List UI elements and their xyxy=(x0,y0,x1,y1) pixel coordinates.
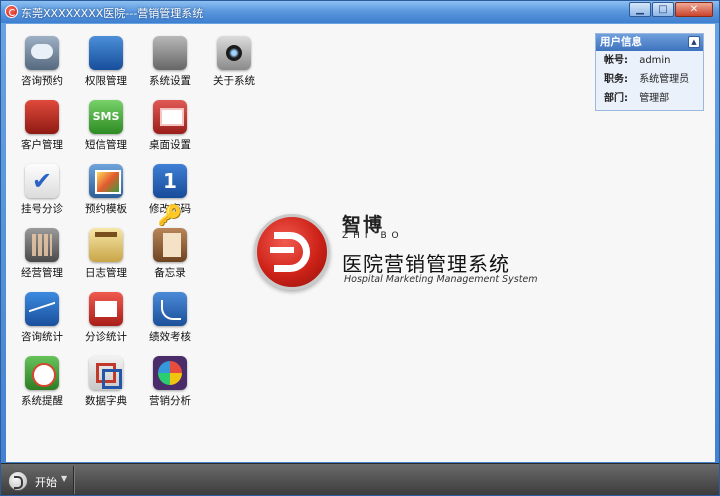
app-booking-template[interactable]: 预约模板 xyxy=(76,152,136,215)
taskbar: 开始 ▼ xyxy=(1,463,719,495)
app-performance-review[interactable]: 绩效考核 xyxy=(140,280,200,343)
chevron-down-icon: ▼ xyxy=(61,474,68,483)
app-system-settings[interactable]: 系统设置 xyxy=(140,24,200,87)
app-log-management[interactable]: 日志管理 xyxy=(76,216,136,279)
start-label: 开始 xyxy=(35,476,57,489)
close-button[interactable]: ✕ xyxy=(675,2,713,17)
app-registration-triage[interactable]: ✔ 挂号分诊 xyxy=(12,152,72,215)
app-sms-management[interactable]: SMS 短信管理 xyxy=(76,88,136,151)
title-bar[interactable]: 东莞XXXXXXXX医院---营销管理系统 ▁ □ ✕ xyxy=(1,1,719,23)
app-label: 绩效考核 xyxy=(149,331,191,343)
app-triage-statistics[interactable]: 分诊统计 xyxy=(76,280,136,343)
calculator-icon xyxy=(25,228,59,262)
user-group-icon xyxy=(89,36,123,70)
system-name-en: Hospital Marketing Management System xyxy=(344,274,538,285)
photo-frame-icon xyxy=(89,164,123,198)
app-logo-icon xyxy=(5,5,18,18)
desktop-area: 咨询预约 客户管理 ✔ 挂号分诊 经营管理 咨询统计 系统提醒 权限管理 SMS… xyxy=(6,24,715,462)
app-label: 咨询统计 xyxy=(21,331,63,343)
user-info-panel: 用户信息 ▲ 帐号: admin 职务: 系统管理员 部门: 管理部 xyxy=(595,33,704,111)
notepad-icon xyxy=(89,228,123,262)
app-about-system[interactable]: 关于系统 xyxy=(204,24,264,87)
user-info-title: 用户信息 xyxy=(600,36,642,48)
app-label: 日志管理 xyxy=(85,267,127,279)
app-label: 权限管理 xyxy=(85,75,127,87)
field-label: 职务: xyxy=(604,74,628,85)
desktop-icon xyxy=(153,100,187,134)
app-label: 经营管理 xyxy=(21,267,63,279)
customer-icon xyxy=(25,100,59,134)
app-marketing-analysis[interactable]: 营销分析 xyxy=(140,344,200,407)
user-position-row: 职务: 系统管理员 xyxy=(596,70,703,89)
app-data-dictionary[interactable]: 数据字典 xyxy=(76,344,136,407)
alarm-clock-icon xyxy=(25,356,59,390)
field-value: 管理部 xyxy=(639,93,670,104)
taskbar-separator xyxy=(73,466,75,494)
app-label: 咨询预约 xyxy=(21,75,63,87)
start-button[interactable]: 开始 ▼ xyxy=(5,467,71,493)
app-memo[interactable]: 备忘录 xyxy=(140,216,200,279)
pie-chart-icon xyxy=(153,356,187,390)
camera-lens-icon xyxy=(217,36,251,70)
field-value: 系统管理员 xyxy=(639,74,690,85)
brand-emblem-icon xyxy=(254,214,330,290)
field-label: 部门: xyxy=(604,93,628,104)
checkmark-icon: ✔ xyxy=(25,164,59,198)
line-chart-icon xyxy=(25,292,59,326)
calendar-icon xyxy=(89,292,123,326)
app-consult-statistics[interactable]: 咨询统计 xyxy=(12,280,72,343)
field-label: 帐号: xyxy=(604,55,628,66)
app-label: 数据字典 xyxy=(85,395,127,407)
app-label: 系统提醒 xyxy=(21,395,63,407)
sms-icon: SMS xyxy=(89,100,123,134)
app-business-management[interactable]: 经营管理 xyxy=(12,216,72,279)
app-label: 预约模板 xyxy=(85,203,127,215)
app-customer-management[interactable]: 客户管理 xyxy=(12,88,72,151)
user-account-row: 帐号: admin xyxy=(596,51,703,70)
app-label: 挂号分诊 xyxy=(21,203,63,215)
app-label: 营销分析 xyxy=(149,395,191,407)
app-consult-booking[interactable]: 咨询预约 xyxy=(12,24,72,87)
minimize-button[interactable]: ▁ xyxy=(629,2,651,17)
user-department-row: 部门: 管理部 xyxy=(596,89,703,108)
app-label: 桌面设置 xyxy=(149,139,191,151)
maximize-button[interactable]: □ xyxy=(652,2,674,17)
start-logo-icon xyxy=(8,471,28,491)
window-controls: ▁ □ ✕ xyxy=(628,2,713,17)
brand-logo: 智博 ZHI BO 医院营销管理系统 Hospital Marketing Ma… xyxy=(254,214,538,294)
app-label: 分诊统计 xyxy=(85,331,127,343)
app-desktop-settings[interactable]: 桌面设置 xyxy=(140,88,200,151)
app-label: 关于系统 xyxy=(213,75,255,87)
system-name-cn: 医院营销管理系统 xyxy=(342,252,510,276)
collapse-icon[interactable]: ▲ xyxy=(688,36,700,48)
address-book-icon xyxy=(153,228,187,262)
app-label: 短信管理 xyxy=(85,139,127,151)
app-window: 东莞XXXXXXXX医院---营销管理系统 ▁ □ ✕ 咨询预约 客户管理 ✔ … xyxy=(0,0,720,496)
curve-chart-icon xyxy=(153,292,187,326)
app-system-reminder[interactable]: 系统提醒 xyxy=(12,344,72,407)
app-label: 系统设置 xyxy=(149,75,191,87)
app-change-password[interactable]: 1🔑 修改密码 xyxy=(140,152,200,227)
dictionary-icon xyxy=(89,356,123,390)
app-permission-management[interactable]: 权限管理 xyxy=(76,24,136,87)
gear-icon xyxy=(153,36,187,70)
window-title: 东莞XXXXXXXX医院---营销管理系统 xyxy=(21,7,204,20)
key-icon: 1🔑 xyxy=(153,164,187,227)
app-label: 备忘录 xyxy=(154,267,186,279)
chat-bubbles-icon xyxy=(25,36,59,70)
field-value: admin xyxy=(639,55,671,66)
user-info-header: 用户信息 ▲ xyxy=(596,34,703,51)
brand-name-en: ZHI BO xyxy=(342,231,404,241)
app-label: 客户管理 xyxy=(21,139,63,151)
